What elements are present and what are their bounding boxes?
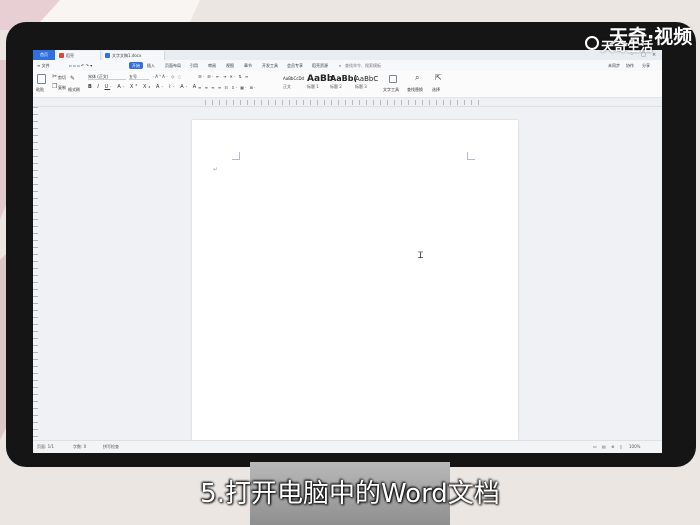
home-tab[interactable]: 首页 [33, 50, 55, 60]
tab-daoke-resources[interactable]: 稻壳资源 [312, 63, 328, 68]
document-page[interactable]: ↵ Ɪ [192, 120, 518, 440]
search-icon: ⌕ [339, 63, 342, 68]
font-size-select[interactable]: 五号 [129, 74, 149, 80]
tab-start[interactable]: 开始 [129, 62, 143, 69]
command-search[interactable]: 查找命令、搜索模板 [345, 63, 381, 68]
cut-label: 剪切 [58, 75, 66, 80]
text-tools-label: 文字工具 [383, 87, 399, 92]
tab-daoke[interactable]: 稻壳 [57, 51, 101, 60]
quick-access-icons: ▫ ▫ ▫ ↶ ↷ ▾ [69, 63, 93, 68]
daoke-icon [59, 53, 64, 58]
paragraph-list-icons[interactable]: ☰· ☰· ⇤ ⇥ ✕· ⇅ ≡ [198, 74, 249, 79]
copy-label: 复制 [58, 85, 66, 90]
paragraph-mark-icon: ↵ [213, 166, 219, 173]
collaborate-button[interactable]: 协作 [626, 63, 634, 68]
format-painter-label: 格式刷 [68, 87, 80, 92]
title-bar: 首页 稻壳 文字文稿1.docx - □ × [33, 50, 662, 60]
menu-bar: ≡ 文件 ▫ ▫ ▫ ↶ ↷ ▾ 开始 插入 页面布局 引用 审阅 视图 章节 … [33, 60, 662, 71]
monitor-screen: 首页 稻壳 文字文稿1.docx - □ × ≡ 文件 ▫ ▫ ▫ ↶ ↷ ▾ … [33, 50, 662, 453]
tab-insert[interactable]: 插入 [147, 63, 155, 68]
style-normal[interactable]: AaBbCcDd 正文 [283, 74, 305, 91]
font-name-select[interactable]: 宋体 (正文) [88, 74, 126, 80]
paragraph-align-icons[interactable]: ≡ ≡ ≡ ≡ ☷ ⇕· ▦· ⊞· [198, 85, 256, 90]
style-heading-1[interactable]: AaBb 标题 1 [307, 74, 333, 91]
video-caption: 5.打开电脑中的Word文档 [200, 479, 500, 509]
select-label: 选择 [432, 87, 440, 92]
select-icon[interactable]: ⇱ [435, 74, 442, 82]
find-replace-icon[interactable]: ⌕ [415, 74, 419, 82]
copy-icon[interactable]: ❐ [52, 84, 57, 90]
font-grow-shrink-icons[interactable]: ·A⁺A⁻ ◇ ◌ [153, 74, 182, 79]
tianqi-logo-icon [585, 36, 599, 50]
tab-developer[interactable]: 开发工具 [262, 63, 278, 68]
doc-icon [105, 53, 110, 58]
style-heading-3[interactable]: AaBbC 标题 3 [355, 74, 379, 91]
view-mode-icons[interactable]: ▭ ▤ ⊕ ▯ [593, 444, 624, 450]
status-bar: 页面: 1/1 字数: 0 拼写检查 ▭ ▤ ⊕ ▯ 100% [33, 440, 662, 453]
word-count: 字数: 0 [73, 444, 87, 449]
tab-document[interactable]: 文字文稿1.docx [103, 51, 165, 60]
watermark: 天奇·视频 天奇生活 [585, 22, 700, 62]
tab-member[interactable]: 会员专享 [287, 63, 303, 68]
tab-page-layout[interactable]: 页面布局 [165, 63, 181, 68]
cut-icon[interactable]: ✂ [52, 74, 57, 80]
tab-view[interactable]: 视图 [226, 63, 234, 68]
document-workspace: ↵ Ɪ [38, 107, 662, 440]
watermark-small-row: 天奇生活 [585, 36, 700, 55]
tab-review[interactable]: 审阅 [208, 63, 216, 68]
spell-check[interactable]: 拼写检查 [103, 444, 119, 450]
paste-icon[interactable] [37, 74, 46, 84]
margin-corner-top-right [467, 152, 475, 160]
watermark-brand-small: 天奇生活 [601, 40, 654, 55]
tab-chapter[interactable]: 章节 [244, 63, 252, 68]
page-count: 页面: 1/1 [37, 444, 55, 449]
tab-label: 稻壳 [66, 53, 74, 58]
format-painter-icon[interactable]: ✎ [70, 76, 75, 82]
find-replace-label: 查找替换 [407, 87, 423, 92]
ribbon-toolbar: 粘贴 ✂ 剪切 ❐ 复制 ✎ 格式刷 宋体 (正文) 五号 ·A⁺A⁻ ◇ ◌ … [33, 71, 662, 98]
share-button[interactable]: 分享 [642, 63, 650, 68]
text-cursor-icon: Ɪ [418, 251, 424, 261]
horizontal-ruler[interactable] [33, 98, 662, 107]
style-heading-2[interactable]: AaBb( 标题 2 [330, 74, 357, 91]
file-menu[interactable]: ≡ 文件 [37, 63, 50, 68]
text-tools-icon[interactable] [389, 75, 397, 83]
paste-label: 粘贴 [36, 87, 44, 92]
font-format-icons[interactable]: B I U· A· X² X₂ A· ⌇· A· A [88, 85, 198, 90]
margin-corner-top-left [232, 152, 240, 160]
tab-references[interactable]: 引用 [190, 63, 198, 68]
ruler-ticks [205, 100, 485, 105]
zoom-level[interactable]: 100% [629, 444, 640, 450]
sync-status[interactable]: 未同步 [608, 63, 620, 68]
tab-label: 文字文稿1.docx [112, 53, 142, 58]
